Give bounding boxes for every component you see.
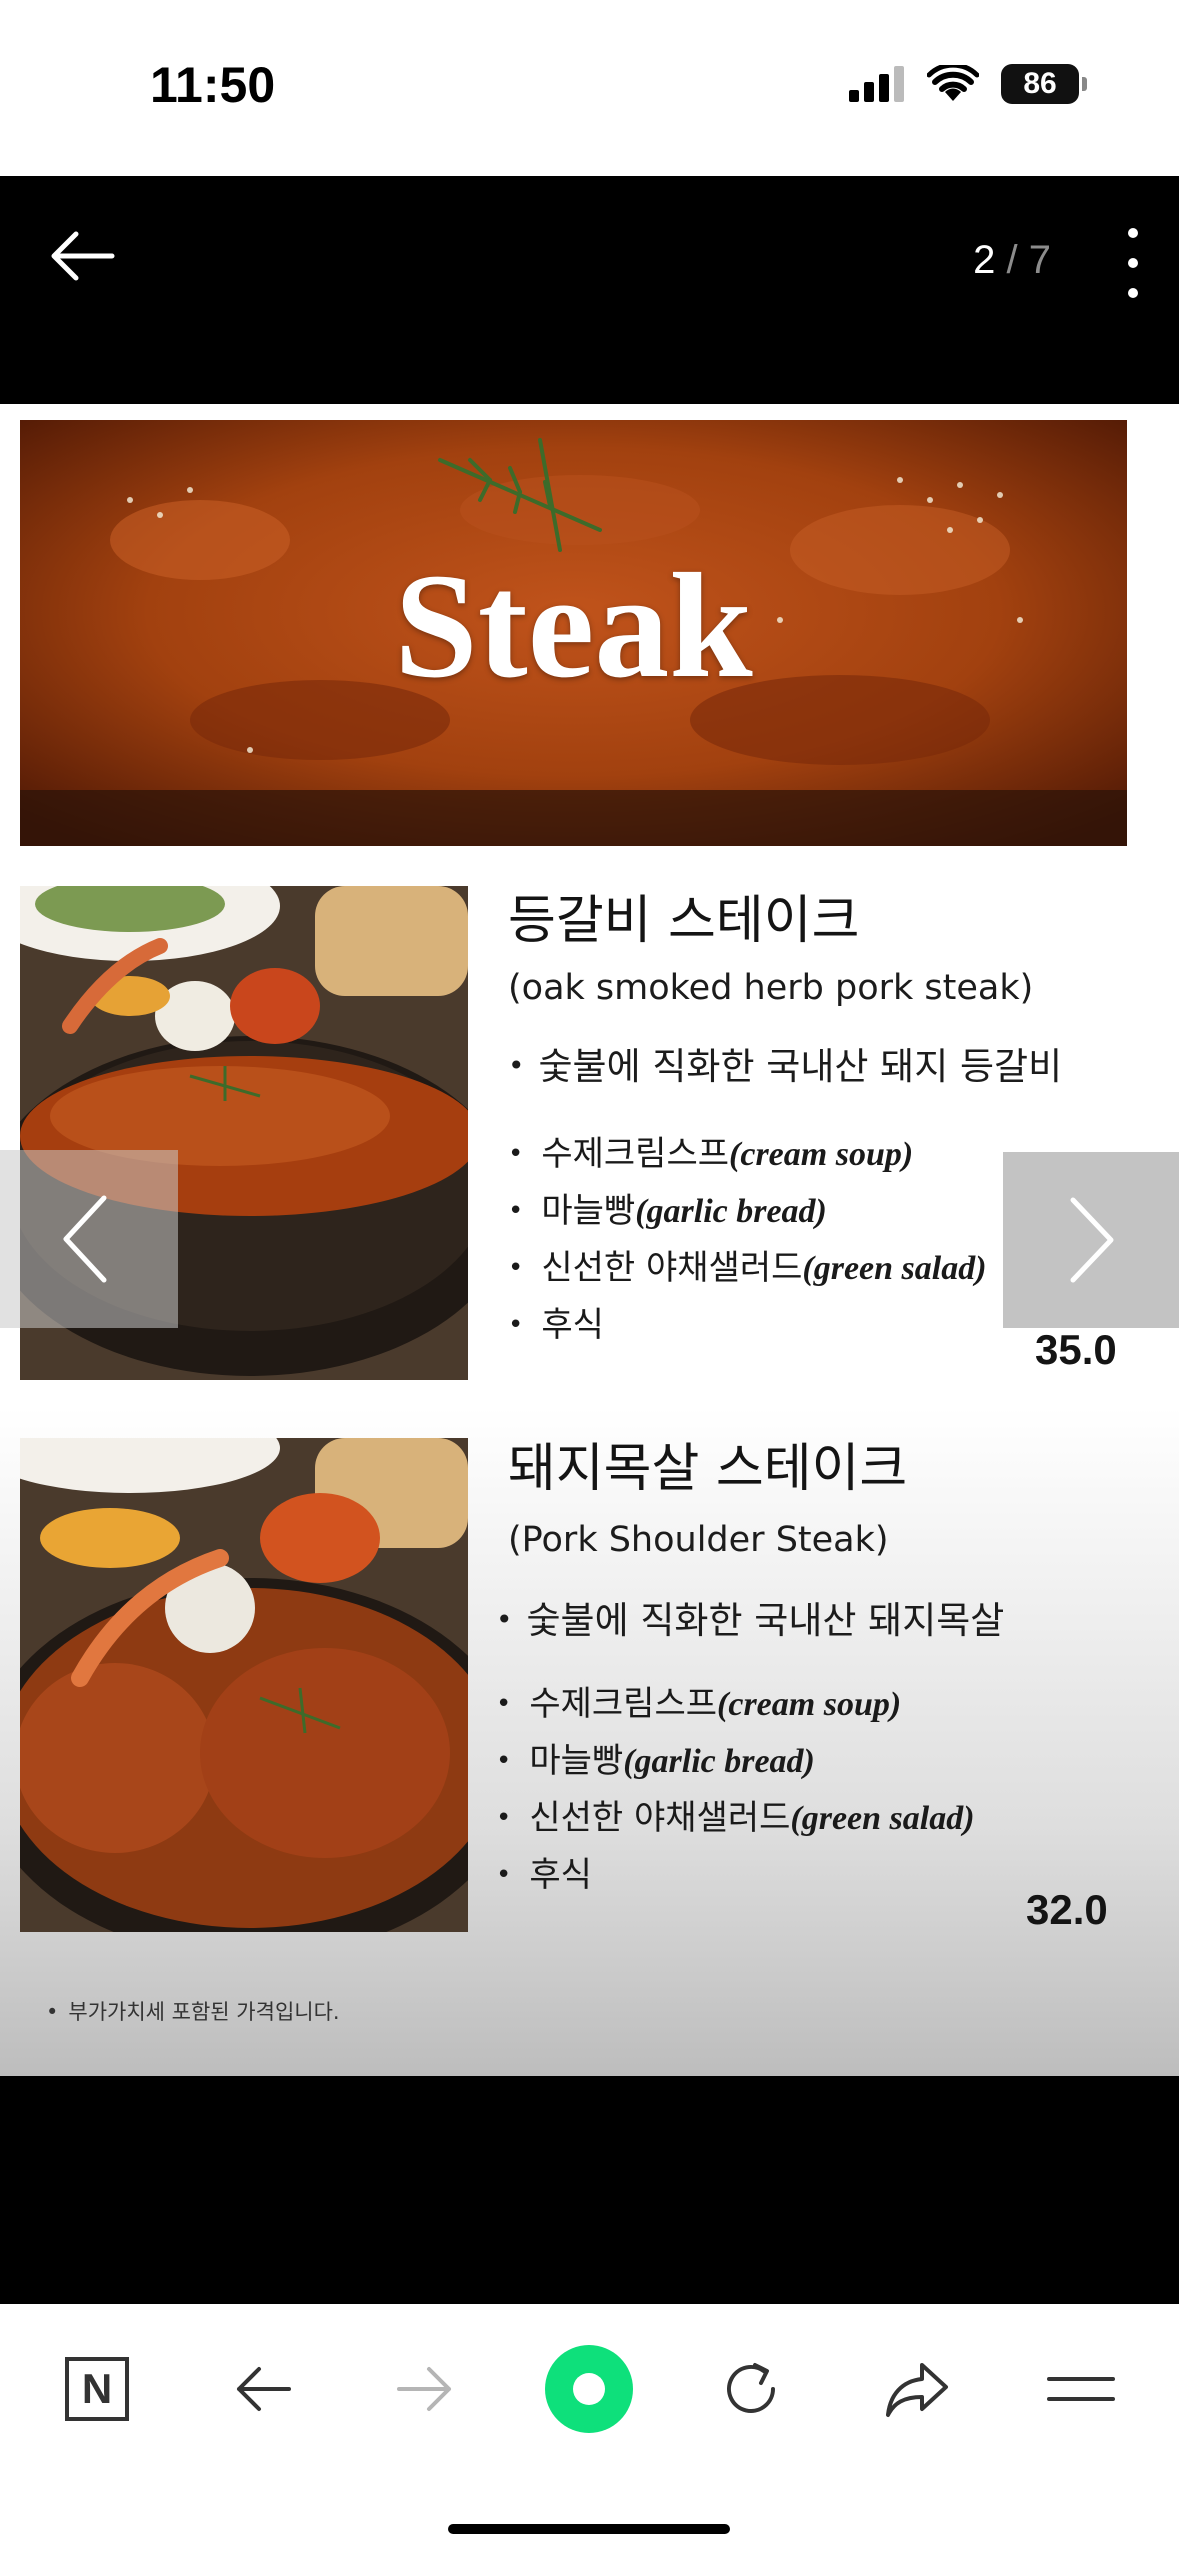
item-2-name: 돼지목살 스테이크 [508,1439,908,1499]
item-1-subtitle: (oak smoked herb pork steak) [508,968,1034,1008]
item-2-subtitle: (Pork Shoulder Steak) [508,1520,889,1560]
page-separator: / [1006,238,1018,282]
home-indicator[interactable] [448,2524,730,2534]
share-icon [886,2363,948,2417]
list-item: 후식 [496,1847,975,1904]
green-dot-icon [545,2345,633,2433]
menu-button[interactable] [1036,2344,1126,2434]
menu-icon [1047,2377,1115,2401]
status-time: 11:50 [150,57,276,113]
item-1-name: 등갈비 스테이크 [508,891,860,951]
wifi-icon [927,65,979,101]
list-item: 수제크림스프(cream soup) [508,1126,987,1183]
list-item: 신선한 야채샐러드(green salad) [496,1790,974,1847]
item-2-description: 숯불에 직화한 국내산 돼지목살 [496,1590,1005,1644]
status-icons: 86 [849,64,1087,104]
browser-forward-icon [397,2367,451,2411]
browser-back-icon [237,2367,291,2411]
back-arrow-icon [51,231,115,281]
item-1-includes: 수제크림스프(cream soup) 마늘빵(garlic bread) 신선한… [508,1126,987,1354]
next-page-button[interactable] [1003,1152,1179,1328]
chevron-right-icon [1070,1197,1114,1283]
item-2-photo [20,1438,468,1932]
more-options-button[interactable] [1113,228,1153,298]
item-1-description: 숯불에 직화한 국내산 돼지 등갈비 [508,1036,1063,1090]
page-total: 7 [1028,238,1051,282]
list-item: 후식 [508,1297,987,1354]
green-dot-button[interactable] [544,2344,634,2434]
page-current: 2 [973,238,996,282]
hero-banner: Steak [20,420,1127,846]
back-button[interactable] [46,226,118,286]
item-2-includes: 수제크림스프(cream soup) 마늘빵(garlic bread) 신선한… [496,1676,975,1904]
browser-back-button[interactable] [218,2344,308,2434]
reload-button[interactable] [706,2344,796,2434]
item-2-price: 32.0 [1026,1886,1108,1933]
vat-note: 부가가치세 포함된 가격입니다. [46,1996,339,2026]
page-counter: 2 / 7 [973,238,1051,283]
status-bar: 11:50 86 [0,0,1179,176]
naver-n-icon: N [65,2357,129,2421]
browser-toolbar: N [0,2304,1179,2556]
battery-level: 86 [1023,67,1057,100]
browser-forward-button[interactable] [380,2344,470,2434]
item-1-price: 35.0 [1035,1326,1117,1373]
list-item: 수제크림스프(cream soup) [496,1676,975,1733]
viewer-bottom-bar [0,2076,1179,2304]
viewer-top-bar: 2 / 7 [0,176,1179,404]
list-item: 신선한 야채샐러드(green salad) [508,1240,986,1297]
list-item: 마늘빵(garlic bread) [508,1183,987,1240]
signal-icon [849,66,904,102]
share-button[interactable] [872,2344,962,2434]
battery-icon: 86 [1001,64,1087,104]
hero-title: Steak [394,543,753,709]
list-item: 마늘빵(garlic bread) [496,1733,975,1790]
reload-icon [727,2363,775,2413]
chevron-left-icon [63,1195,107,1283]
naver-home-button[interactable]: N [52,2344,142,2434]
more-vertical-icon [1128,228,1138,238]
previous-page-button[interactable] [0,1150,178,1328]
